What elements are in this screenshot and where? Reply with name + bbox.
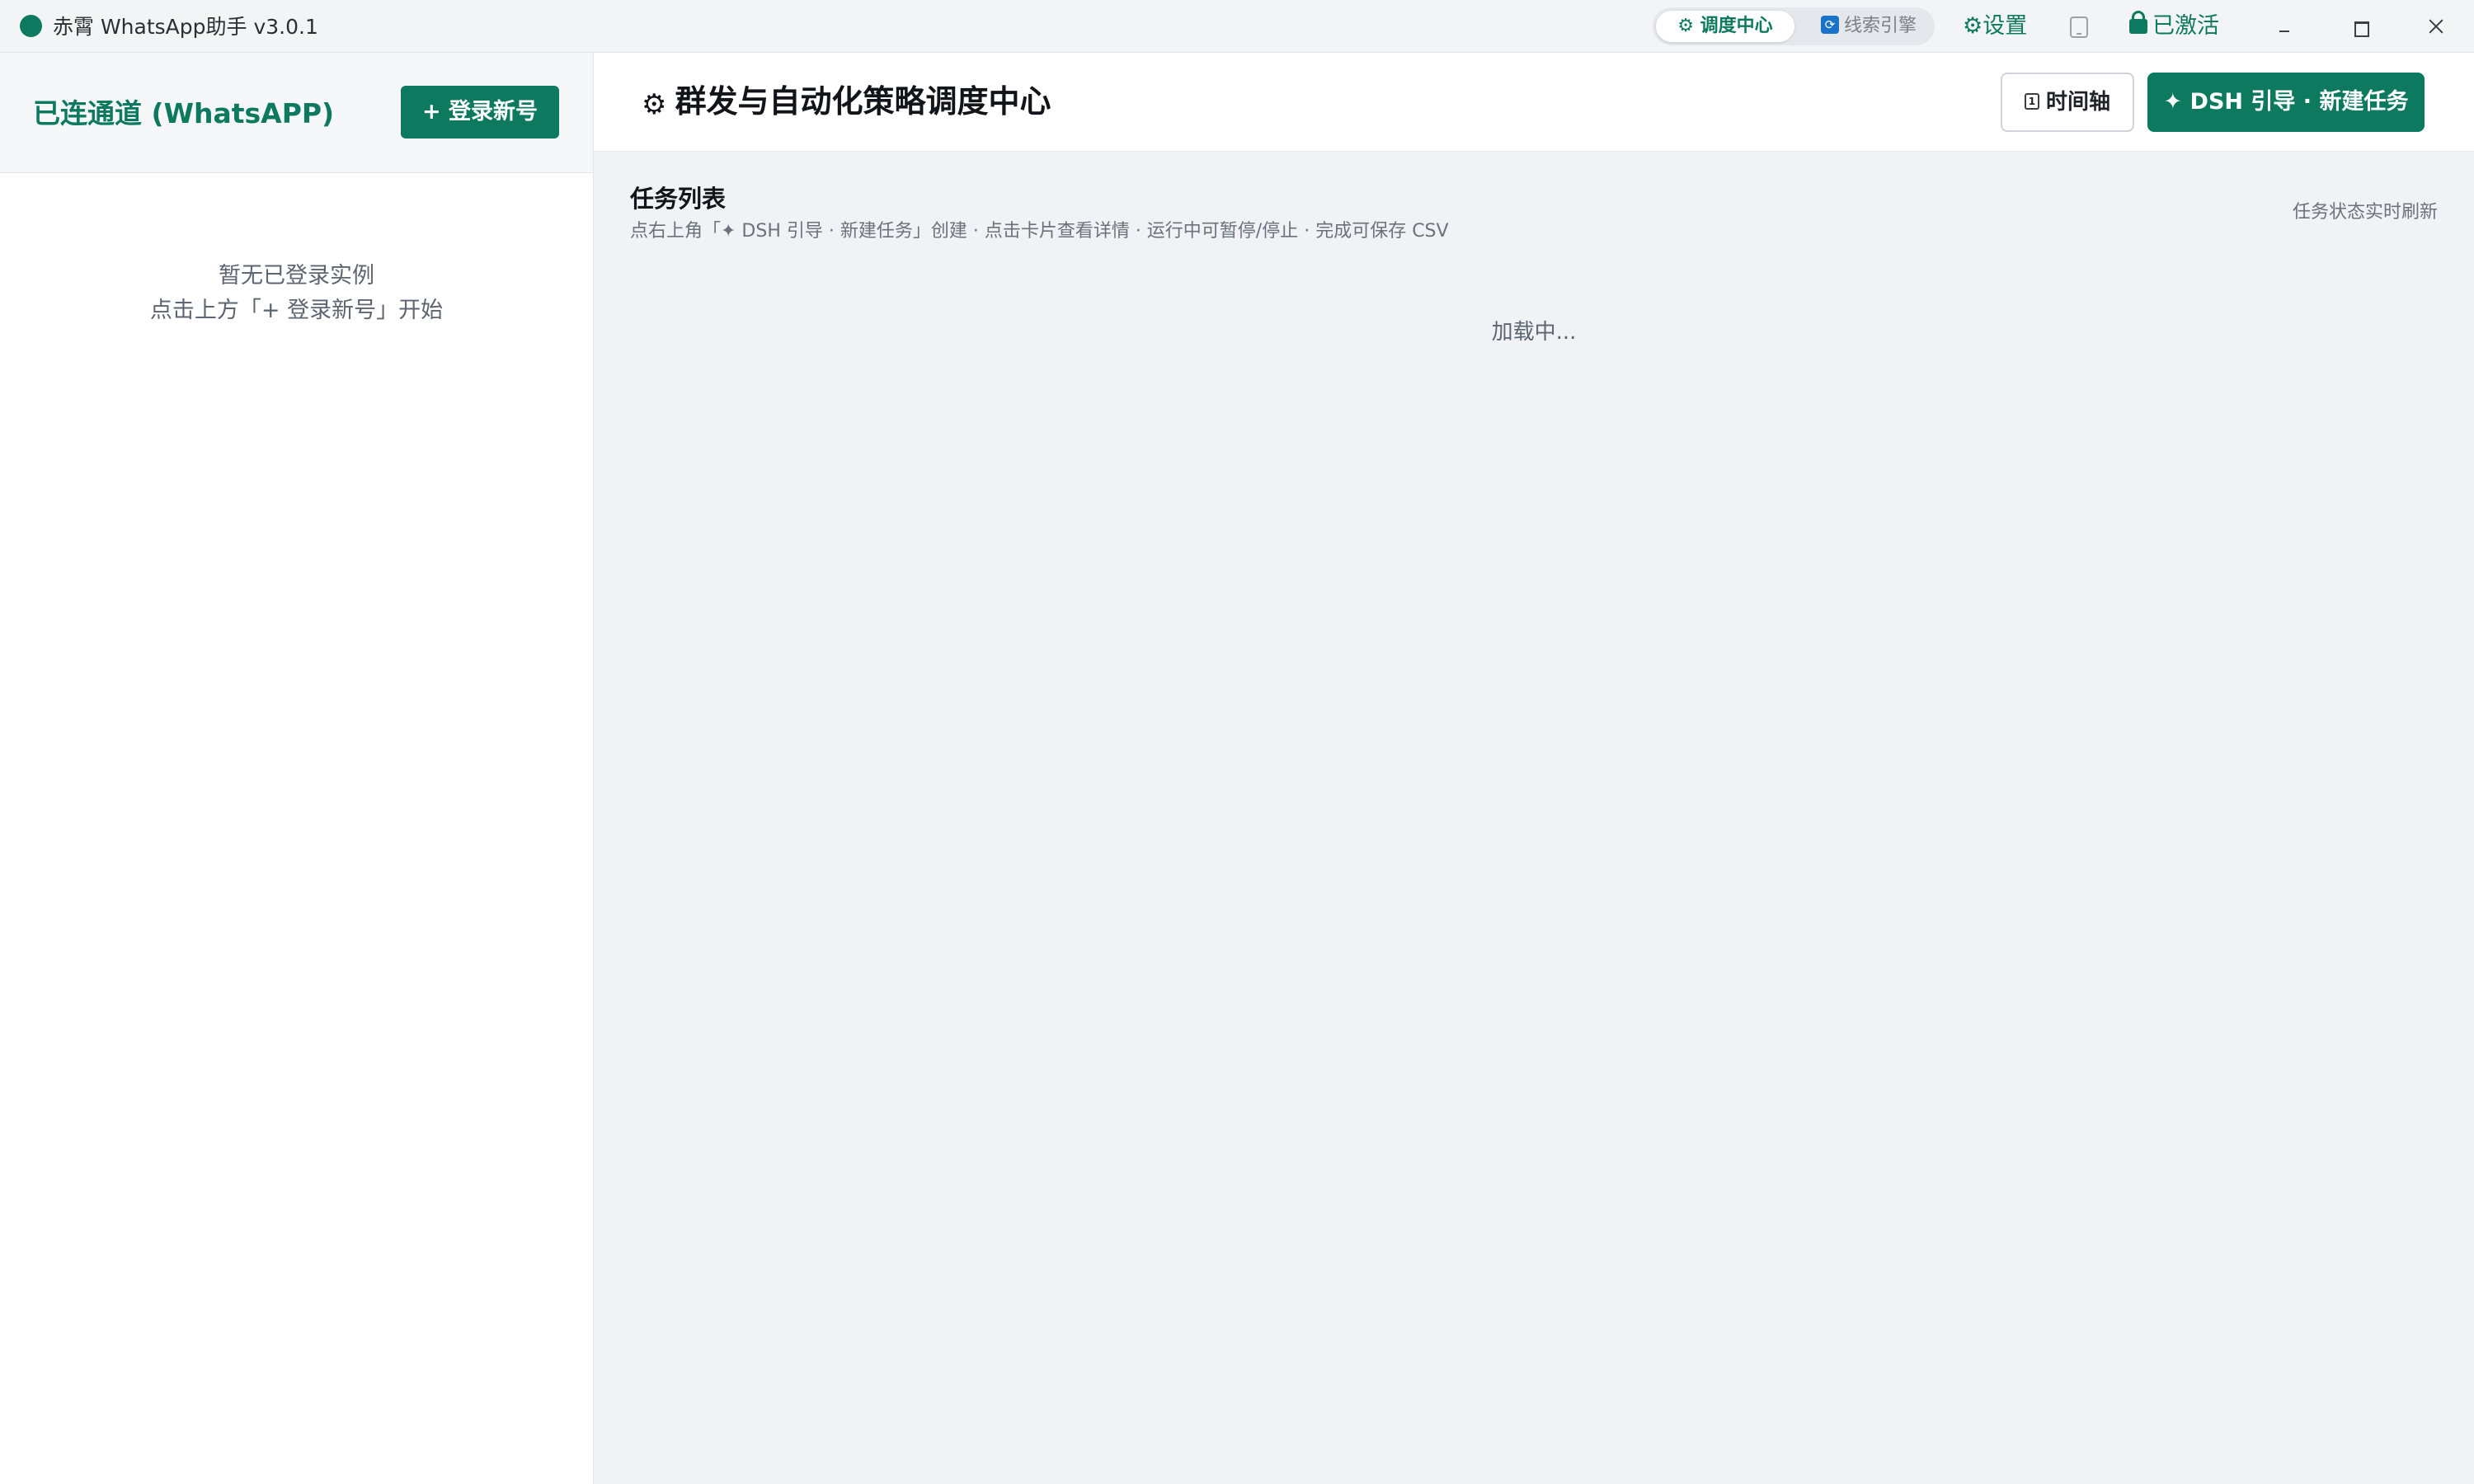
app-logo-icon [20, 15, 42, 37]
tab-lead-engine-label: 线索引擎 [1843, 16, 1917, 36]
login-new-account-button[interactable]: + 登录新号 [401, 86, 559, 139]
tab-dispatch-center[interactable]: ⚙ 调度中心 [1656, 11, 1794, 42]
page-title-text: 群发与自动化策略调度中心 [675, 83, 1051, 120]
maximize-button[interactable] [2335, 8, 2385, 45]
close-button[interactable] [2411, 8, 2461, 45]
lock-icon [2129, 10, 2147, 34]
timeline-button-label: 时间轴 [2045, 90, 2110, 115]
mode-switcher: ⚙ 调度中心 ⟳ 线索引擎 [1653, 7, 1935, 45]
refresh-icon: ⟳ [1820, 16, 1839, 34]
page-title: ⚙ 群发与自动化策略调度中心 [642, 81, 1051, 125]
sidebar-title: 已连通道 (WhatsAPP) [33, 97, 335, 129]
activation-label: 已激活 [2152, 13, 2219, 39]
main-header: ⚙ 群发与自动化策略调度中心 1 时间轴 ✦ DSH 引导 · 新建任务 [594, 53, 2474, 152]
settings-link[interactable]: ⚙设置 [1963, 12, 2027, 41]
empty-state-hint: 点击上方「+ 登录新号」开始 [149, 298, 444, 323]
gear-icon: ⚙ [642, 88, 667, 121]
task-list-subtitle: 点右上角「✦ DSH 引导 · 新建任务」创建 · 点击卡片查看详情 · 运行中… [630, 221, 1449, 242]
tab-lead-engine[interactable]: ⟳ 线索引擎 [1806, 11, 1931, 42]
activation-status[interactable]: 已激活 [2129, 10, 2219, 41]
empty-state: 暂无已登录实例 点击上方「+ 登录新号」开始 [0, 259, 593, 328]
app-title: 赤霄 WhatsApp助手 v3.0.1 [53, 15, 318, 39]
phone-icon[interactable] [2070, 16, 2088, 38]
refresh-note: 任务状态实时刷新 [2292, 202, 2438, 223]
loading-indicator: 加载中... [1491, 320, 1577, 345]
calendar-icon: 1 [2024, 92, 2039, 110]
sidebar: 已连通道 (WhatsAPP) + 登录新号 暂无已登录实例 点击上方「+ 登录… [0, 53, 594, 1484]
sidebar-header: 已连通道 (WhatsAPP) + 登录新号 [0, 53, 593, 173]
new-task-button[interactable]: ✦ DSH 引导 · 新建任务 [2147, 73, 2425, 132]
empty-state-title: 暂无已登录实例 [219, 263, 374, 289]
timeline-button[interactable]: 1 时间轴 [2001, 73, 2134, 132]
task-list-title: 任务列表 [630, 185, 727, 213]
title-bar: 赤霄 WhatsApp助手 v3.0.1 ⚙ 调度中心 ⟳ 线索引擎 ⚙设置 已激… [0, 0, 2474, 53]
minimize-button[interactable] [2260, 8, 2309, 45]
